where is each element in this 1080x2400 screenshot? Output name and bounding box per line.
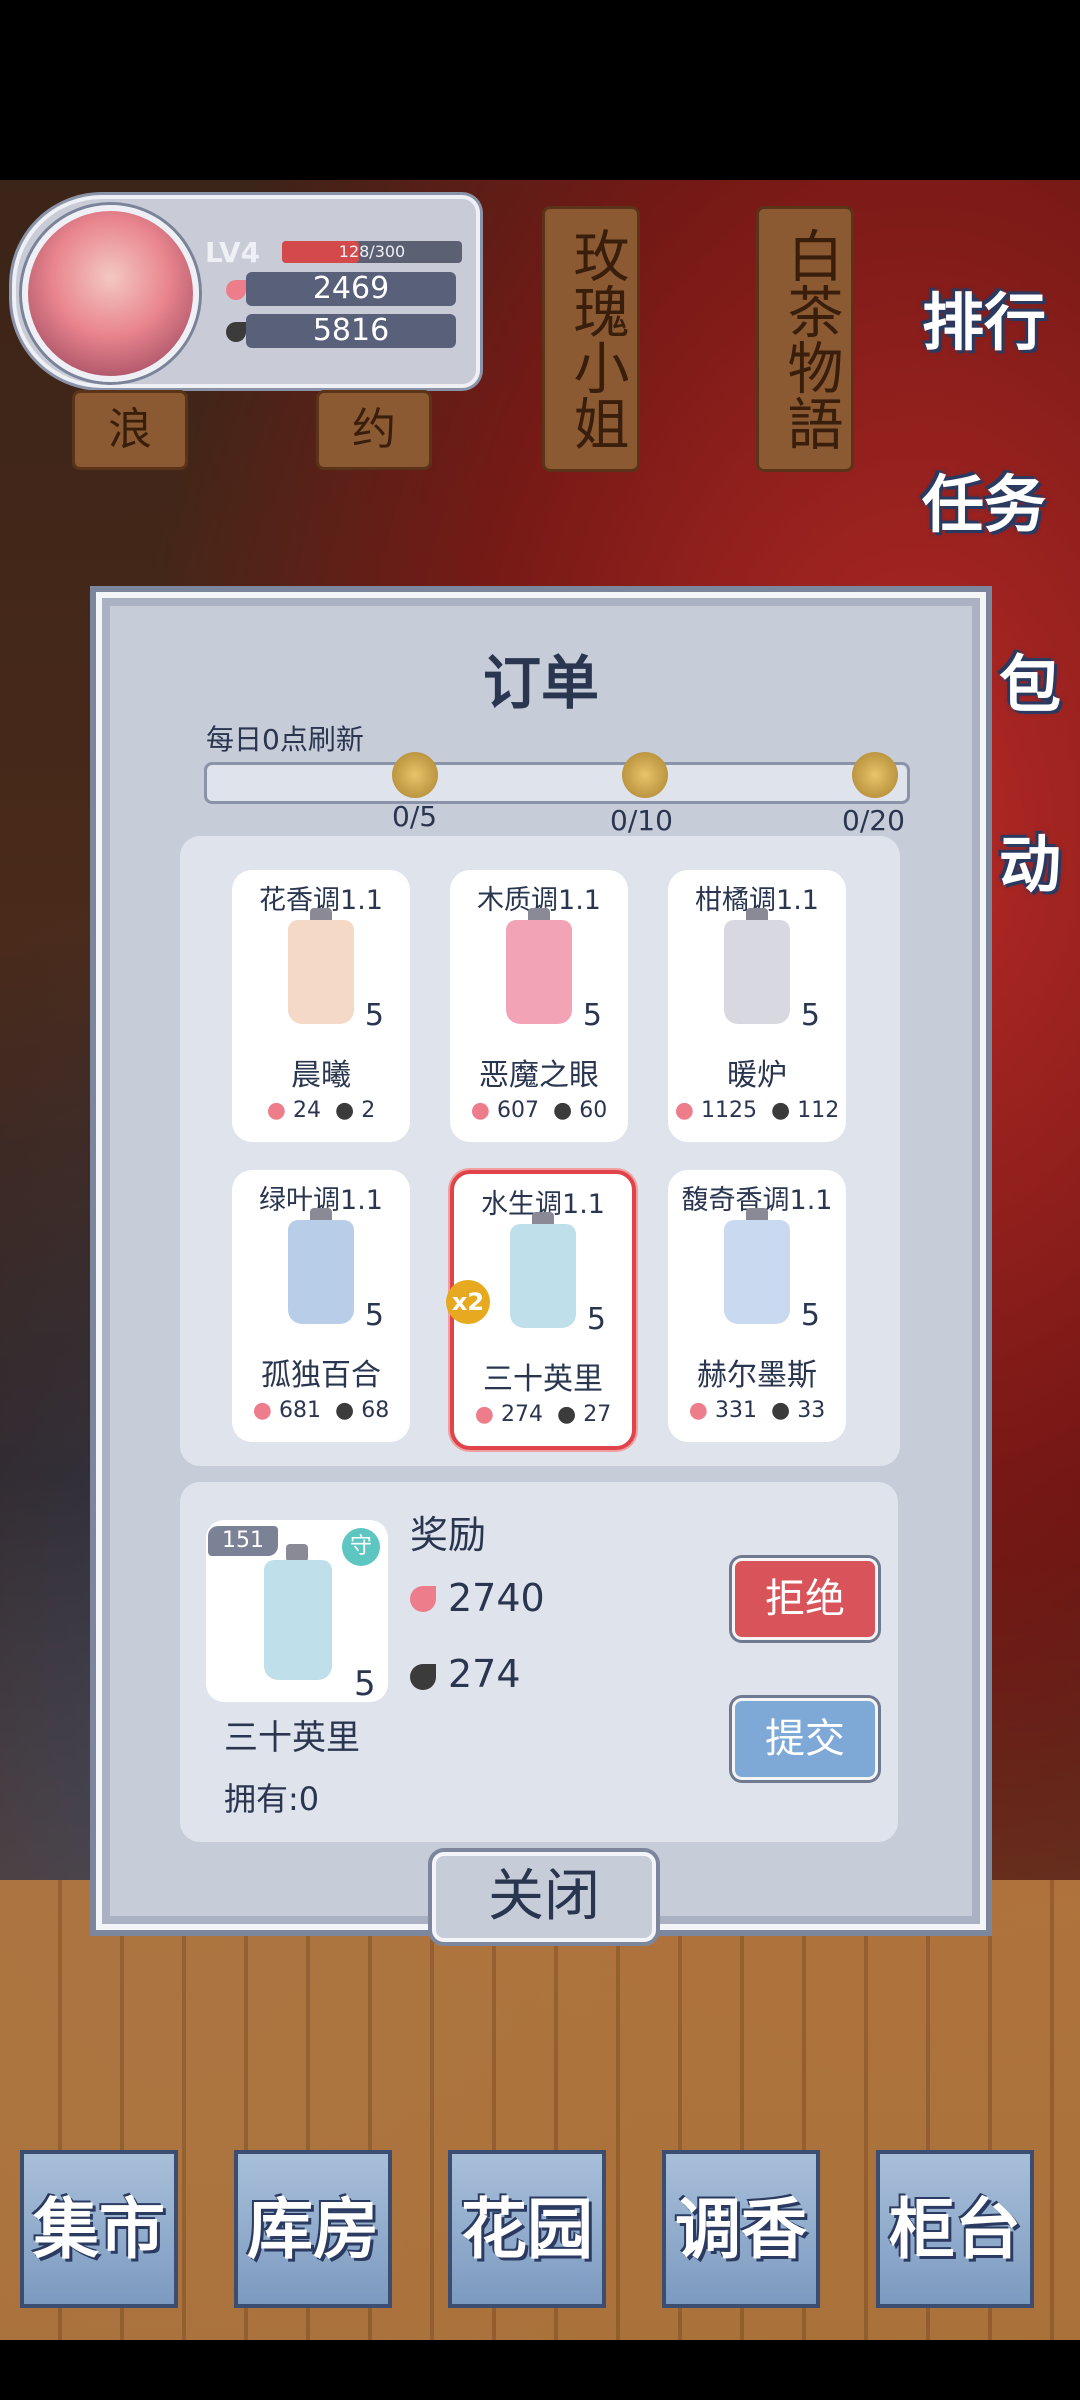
- perfume-bottle-icon: [724, 920, 790, 1024]
- owned-count: 拥有:0: [224, 1780, 320, 1818]
- ranking-label: 排行: [921, 286, 1046, 359]
- milestone-label: 0/10: [610, 804, 673, 837]
- daily-progress-bar: [204, 762, 910, 804]
- reward-leaves-total: 274: [448, 1652, 521, 1696]
- task-label: 任务: [921, 468, 1046, 541]
- order-count: 5: [800, 1298, 820, 1333]
- close-button[interactable]: 关闭: [432, 1852, 656, 1942]
- petal-currency: 2469: [246, 272, 456, 306]
- perfume-name: 三十英里: [483, 1362, 603, 1397]
- exp-text: 128/300: [338, 242, 406, 261]
- order-card[interactable]: 木质调1.1 5 恶魔之眼 ● 607 ● 60: [450, 870, 628, 1142]
- petal-icon: [226, 280, 246, 300]
- reward-petals: 1125: [701, 1098, 757, 1123]
- dialog-title: 订单: [482, 649, 599, 717]
- reward-leaves: 60: [579, 1098, 608, 1123]
- player-avatar[interactable]: [22, 205, 199, 382]
- leaf-amount: 5816: [312, 313, 390, 348]
- perfume-bottle-icon: [288, 1220, 354, 1324]
- perfume-name: 暖炉: [727, 1058, 787, 1093]
- perfume-bottle-icon: [288, 920, 354, 1024]
- reward-leaves: 68: [361, 1398, 390, 1423]
- reward-leaves: 2: [361, 1098, 376, 1123]
- order-reward: ● 331 ● 33: [688, 1398, 826, 1423]
- perfume-type-badge: 守: [342, 1528, 380, 1566]
- reward-petals: 331: [715, 1398, 757, 1423]
- reward-leaves: 27: [583, 1402, 612, 1427]
- reward-leaves: 33: [797, 1398, 826, 1423]
- leaf-currency: 5816: [246, 314, 456, 348]
- submit-button[interactable]: 提交: [732, 1698, 878, 1780]
- nav-garden-label: 花园: [461, 2190, 593, 2268]
- reward-petals: 274: [501, 1402, 543, 1427]
- nav-blend-button[interactable]: 调香: [662, 2150, 820, 2308]
- nav-warehouse-button[interactable]: 库房: [234, 2150, 392, 2308]
- player-level: LV4: [205, 236, 261, 269]
- order-card-selected[interactable]: 水生调1.1 x2 5 三十英里 ● 274 ● 27: [446, 1170, 636, 1450]
- selected-perfume-name: 三十英里: [224, 1718, 360, 1758]
- perfume-id-badge: 151: [208, 1526, 278, 1556]
- leaf-icon: [410, 1664, 436, 1690]
- petal-amount: 2469: [312, 271, 390, 306]
- nav-market-label: 集市: [33, 2190, 165, 2268]
- perfume-bottle-icon: [510, 1224, 576, 1328]
- order-card[interactable]: 柑橘调1.1 5 暖炉 ● 1125 ● 112: [668, 870, 846, 1142]
- perfume-bottle-icon: [506, 920, 572, 1024]
- petal-icon: [410, 1586, 436, 1612]
- order-card[interactable]: 馥奇香调1.1 5 赫尔墨斯 ● 331 ● 33: [668, 1170, 846, 1442]
- double-reward-badge: x2: [446, 1280, 490, 1324]
- order-card[interactable]: 绿叶调1.1 5 孤独百合 ● 681 ● 68: [232, 1170, 410, 1442]
- nav-counter-button[interactable]: 柜台: [876, 2150, 1034, 2308]
- nav-garden-button[interactable]: 花园: [448, 2150, 606, 2308]
- order-reward: ● 24 ● 2: [266, 1098, 376, 1123]
- reward-petals: 607: [497, 1098, 539, 1123]
- nav-counter-label: 柜台: [889, 2190, 1021, 2268]
- nav-blend-label: 调香: [675, 2190, 807, 2268]
- milestone-reward-icon[interactable]: [622, 752, 668, 798]
- leaf-icon: [226, 322, 246, 342]
- hanging-tag-1: 玫瑰小姐: [542, 206, 640, 472]
- status-bar-area: [0, 0, 1080, 180]
- order-card[interactable]: 花香调1.1 5 晨曦 ● 24 ● 2: [232, 870, 410, 1142]
- selected-count: 5: [354, 1664, 376, 1704]
- ranking-button[interactable]: 排行: [914, 258, 1054, 388]
- reject-button[interactable]: 拒绝: [732, 1558, 878, 1640]
- milestone-reward-icon[interactable]: [392, 752, 438, 798]
- milestone-label: 0/5: [392, 800, 438, 833]
- reward-leaves: 112: [797, 1098, 840, 1123]
- reward-petals: 24: [293, 1098, 321, 1123]
- milestone-reward-icon[interactable]: [852, 752, 898, 798]
- perfume-name: 晨曦: [291, 1058, 351, 1093]
- nav-market-button[interactable]: 集市: [20, 2150, 178, 2308]
- order-reward: ● 274 ● 27: [474, 1402, 612, 1427]
- order-count: 5: [364, 998, 384, 1033]
- milestone-label: 0/20: [842, 804, 905, 837]
- order-reward: ● 607 ● 60: [470, 1098, 608, 1123]
- hanging-tag-3: 浪: [72, 390, 188, 470]
- perfume-bottle-icon: [724, 1220, 790, 1324]
- reward-label: 奖励: [410, 1513, 487, 1557]
- order-count: 5: [586, 1302, 606, 1337]
- perfume-name: 孤独百合: [261, 1358, 381, 1393]
- order-count: 5: [364, 1298, 384, 1333]
- order-count: 5: [800, 998, 820, 1033]
- refresh-note: 每日0点刷新: [206, 723, 364, 756]
- order-reward: ● 1125 ● 112: [674, 1098, 840, 1123]
- hanging-tag-2: 白茶物語: [756, 206, 854, 472]
- order-reward: ● 681 ● 68: [252, 1398, 390, 1423]
- perfume-name: 赫尔墨斯: [697, 1358, 817, 1393]
- order-count: 5: [582, 998, 602, 1033]
- perfume-name: 恶魔之眼: [479, 1058, 599, 1093]
- bag-label: 包: [998, 648, 1061, 721]
- event-label: 动: [998, 828, 1061, 901]
- task-button[interactable]: 任务: [914, 440, 1054, 570]
- nav-warehouse-label: 库房: [247, 2190, 379, 2268]
- reward-petals: 681: [279, 1398, 321, 1423]
- system-nav-area: [0, 2345, 1080, 2400]
- reward-petals-total: 2740: [448, 1576, 545, 1620]
- hanging-tag-4: 约: [316, 390, 432, 470]
- perfume-bottle-icon: [264, 1560, 332, 1680]
